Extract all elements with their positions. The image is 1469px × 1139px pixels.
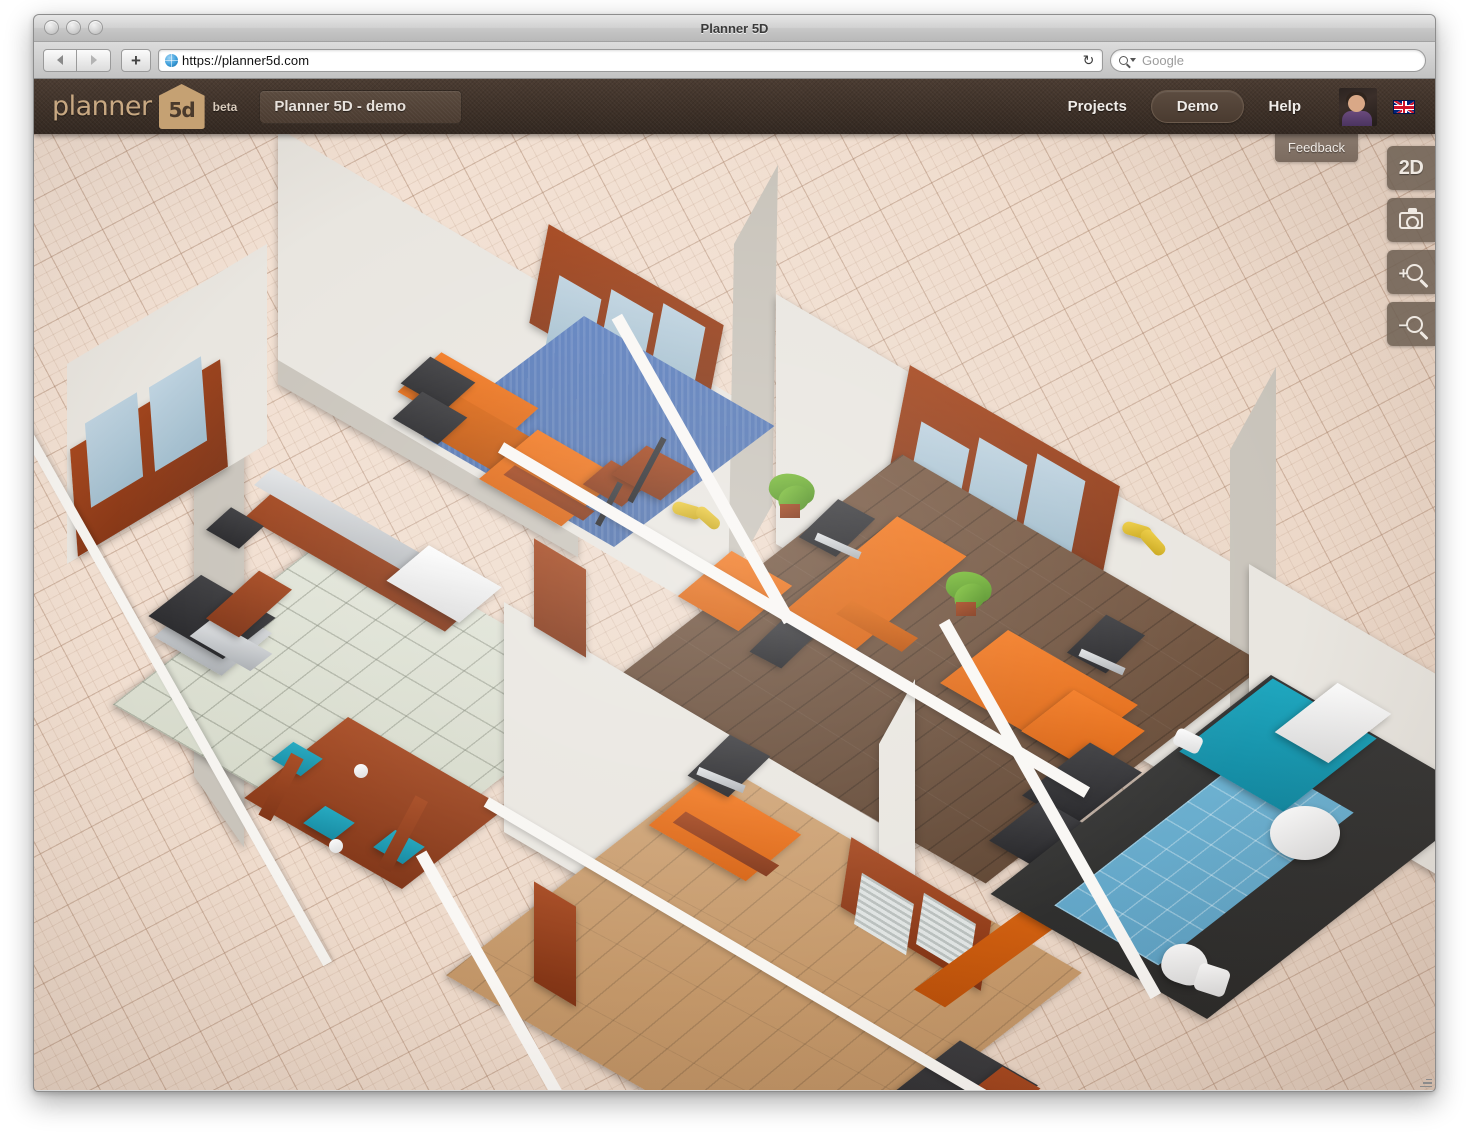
minimize-window-button[interactable]	[66, 20, 81, 35]
zoom-in-button[interactable]: +	[1387, 250, 1435, 294]
user-avatar[interactable]	[1339, 87, 1377, 126]
search-magnifier-icon	[1119, 55, 1128, 65]
search-input[interactable]: Google	[1110, 48, 1426, 72]
logo-badge-text: 5d	[168, 97, 196, 122]
back-button[interactable]	[43, 48, 77, 72]
app-header: planner 5d beta Planner 5D - demo Projec…	[34, 79, 1435, 134]
browser-titlebar: Planner 5D	[34, 15, 1435, 42]
address-bar-text: https://planner5d.com	[182, 52, 310, 68]
browser-window: Planner 5D + https://planner5d.com ↻ Goo…	[33, 14, 1436, 1092]
window-title: Planner 5D	[700, 21, 769, 36]
browser-toolbar: + https://planner5d.com ↻ Google	[34, 42, 1435, 79]
sink[interactable]	[1270, 806, 1340, 860]
plate	[329, 839, 343, 853]
nav-item-help[interactable]: Help	[1246, 90, 1323, 123]
logo-house-badge-icon: 5d	[158, 84, 205, 129]
screenshot-button[interactable]	[1387, 198, 1435, 242]
zoom-out-sign: −	[1398, 315, 1409, 335]
nav-item-projects[interactable]: Projects	[1046, 90, 1149, 123]
planner5d-logo[interactable]: planner 5d	[52, 84, 205, 129]
zoom-out-button[interactable]: −	[1387, 302, 1435, 346]
plate	[354, 764, 368, 778]
zoom-in-sign: +	[1398, 263, 1409, 283]
window-controls[interactable]	[44, 20, 103, 35]
camera-icon	[1399, 208, 1423, 229]
floorplan-3d-canvas[interactable]: Feedback 2D + −	[34, 134, 1435, 1090]
search-placeholder: Google	[1142, 52, 1184, 68]
view-mode-2d-button[interactable]: 2D	[1387, 146, 1435, 190]
united-kingdom-flag-icon[interactable]	[1393, 99, 1415, 114]
logo-wordmark: planner	[52, 91, 152, 122]
globe-icon	[165, 53, 178, 67]
web-page: planner 5d beta Planner 5D - demo Projec…	[34, 79, 1435, 1090]
magnifier-minus-icon: −	[1399, 315, 1423, 334]
chevron-down-icon	[1130, 58, 1136, 62]
project-name-field[interactable]: Planner 5D - demo	[259, 89, 463, 124]
feedback-tab[interactable]: Feedback	[1274, 134, 1358, 162]
floorplan-scene	[34, 134, 1435, 1090]
main-navigation: Projects Demo Help	[1046, 87, 1415, 126]
navigation-buttons	[43, 48, 111, 72]
forward-button[interactable]	[77, 48, 111, 72]
reload-icon[interactable]: ↻	[1079, 52, 1098, 70]
viewport-toolbar: 2D + −	[1387, 146, 1435, 346]
zoom-window-button[interactable]	[88, 20, 103, 35]
desktop-background: Planner 5D + https://planner5d.com ↻ Goo…	[0, 0, 1469, 1139]
beta-label: beta	[212, 99, 238, 114]
plant-pot	[780, 504, 800, 518]
view-mode-2d-label: 2D	[1398, 156, 1424, 179]
back-arrow-icon	[57, 55, 63, 65]
plant-pot	[956, 602, 976, 616]
nav-item-demo[interactable]: Demo	[1150, 90, 1245, 123]
resize-grip[interactable]	[1418, 1074, 1432, 1088]
close-window-button[interactable]	[44, 20, 59, 35]
forward-arrow-icon	[90, 55, 97, 65]
magnifier-plus-icon: +	[1399, 263, 1423, 282]
address-bar[interactable]: https://planner5d.com ↻	[158, 48, 1103, 72]
new-tab-button[interactable]: +	[121, 48, 151, 72]
